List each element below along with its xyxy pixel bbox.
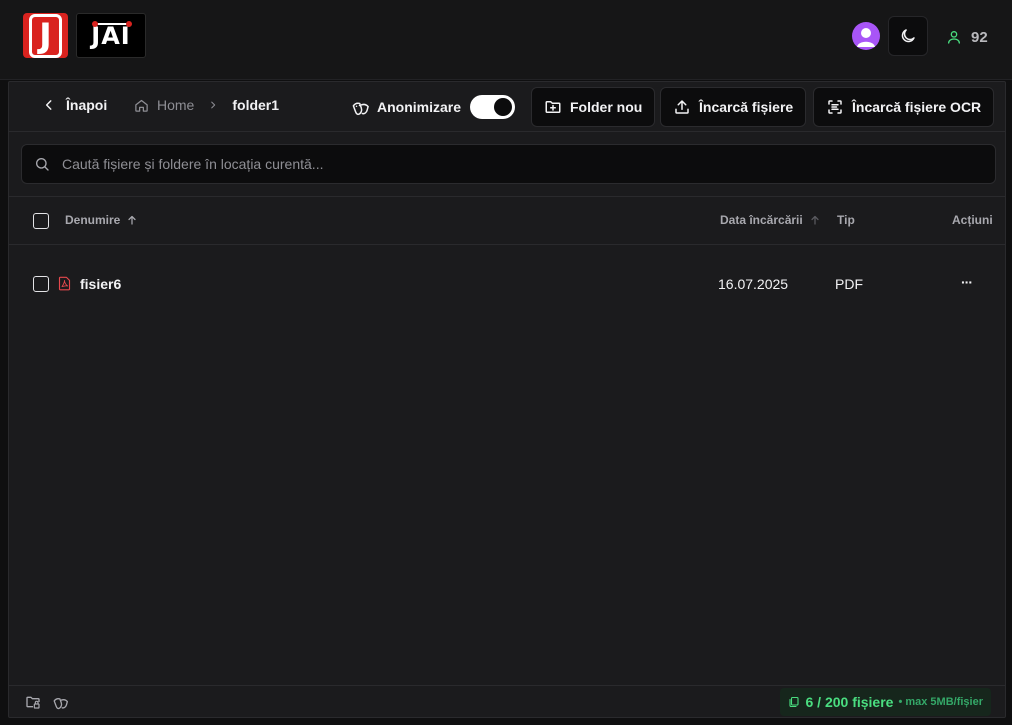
mask-icon — [352, 102, 369, 116]
column-type-label: Tip — [837, 213, 855, 227]
column-name-label: Denumire — [65, 213, 121, 227]
upload-files-button[interactable]: Încarcă fișiere — [660, 87, 807, 127]
column-date-label: Data încărcării — [720, 213, 803, 227]
table-header: Denumire Data încărcării Tip Acțiuni — [9, 197, 1005, 245]
file-type: PDF — [835, 276, 863, 292]
jai-logo-dot — [126, 21, 132, 27]
anonymize-control: Anonimizare — [352, 95, 516, 119]
chevron-right-icon — [211, 101, 216, 109]
online-users-count: 92 — [971, 28, 988, 46]
table-row[interactable]: fisier6 16.07.2025 PDF ··· — [9, 258, 1005, 310]
file-toolbar: Înapoi Home folder1 Anonimizare Folder n… — [9, 82, 1005, 132]
user-avatar-icon — [857, 28, 875, 47]
anonymize-toggle[interactable] — [470, 95, 516, 119]
back-label: Înapoi — [66, 97, 108, 113]
search-box — [21, 144, 996, 184]
anonymize-label: Anonimizare — [377, 99, 462, 115]
new-folder-label: Folder nou — [570, 99, 643, 115]
theme-toggle-button[interactable] — [888, 16, 928, 56]
online-users: 92 — [946, 27, 988, 47]
folder-plus-icon — [545, 101, 561, 113]
search-icon — [36, 158, 49, 171]
sort-arrow-icon — [811, 215, 819, 225]
jai-logo-bar — [94, 23, 130, 25]
j-logo-letter: J — [29, 13, 62, 58]
column-actions-label: Acțiuni — [952, 213, 993, 227]
search-section — [9, 132, 1005, 197]
new-folder-button[interactable]: Folder nou — [531, 87, 656, 127]
file-quota-badge: 6 / 200 fișiere • max 5MB/fișier — [780, 688, 991, 716]
files-icon — [789, 696, 800, 708]
folder-lock-icon[interactable] — [25, 694, 41, 710]
back-button[interactable]: Înapoi — [42, 97, 107, 113]
home-icon — [135, 99, 148, 112]
user-avatar[interactable] — [852, 22, 880, 50]
footer-bar: 6 / 200 fișiere • max 5MB/fișier — [9, 685, 1005, 717]
upload-files-label: Încarcă fișiere — [699, 99, 794, 115]
column-actions-header: Acțiuni — [952, 213, 993, 227]
sort-ascending-icon — [128, 215, 136, 225]
column-date-header[interactable]: Data încărcării — [720, 213, 821, 227]
file-date: 16.07.2025 — [718, 276, 789, 292]
jai-logo-dot — [92, 21, 98, 27]
breadcrumb-home[interactable]: Home — [157, 97, 194, 113]
j-logo[interactable]: J — [23, 13, 68, 58]
row-actions-button[interactable]: ··· — [961, 274, 973, 290]
upload-icon — [675, 100, 689, 114]
column-type-header: Tip — [837, 213, 855, 227]
file-browser-panel: Înapoi Home folder1 Anonimizare Folder n… — [8, 81, 1006, 718]
upload-ocr-button[interactable]: Încarcă fișiere OCR — [813, 87, 995, 127]
file-quota-note: • max 5MB/fișier — [898, 696, 983, 708]
breadcrumb-current: folder1 — [232, 97, 280, 113]
jai-logo[interactable]: JAI — [76, 13, 146, 58]
scan-text-icon — [828, 100, 842, 114]
user-icon — [948, 31, 960, 44]
chevron-left-icon — [45, 100, 52, 110]
moon-icon — [901, 29, 915, 43]
breadcrumb: Home folder1 — [134, 97, 279, 113]
toggle-knob — [494, 98, 513, 116]
file-name-cell[interactable]: fisier6 — [57, 275, 121, 292]
search-input[interactable] — [62, 156, 942, 172]
pdf-file-icon — [58, 276, 71, 291]
select-all-checkbox[interactable] — [33, 213, 49, 229]
file-name: fisier6 — [80, 275, 122, 292]
top-bar: J JAI 92 — [0, 0, 1012, 80]
column-name-header[interactable]: Denumire — [65, 213, 138, 227]
mask-icon[interactable] — [53, 694, 69, 710]
row-checkbox[interactable] — [33, 276, 49, 292]
upload-ocr-label: Încarcă fișiere OCR — [852, 99, 982, 115]
file-quota-count: 6 / 200 fișiere — [805, 694, 894, 710]
